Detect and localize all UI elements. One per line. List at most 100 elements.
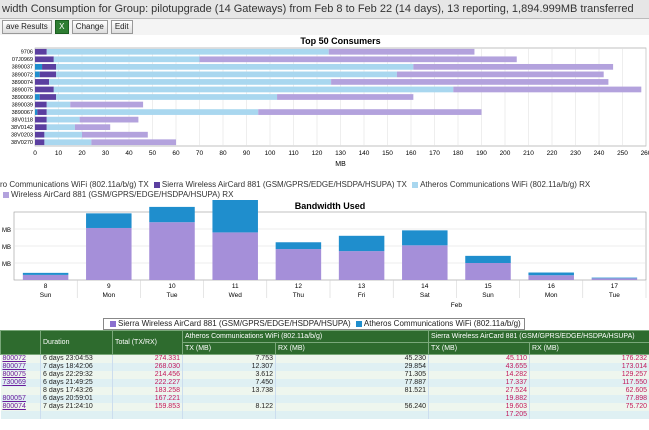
x-tick-label: 190 — [476, 150, 487, 157]
gateway-id-cell[interactable]: 800072 — [0, 354, 41, 363]
sierra-tx-cell: 17.205 — [428, 411, 530, 419]
y-tick-label: 3890072 — [12, 72, 33, 78]
gateway-id-cell[interactable]: 800074 — [0, 403, 41, 411]
change-button[interactable]: Change — [71, 20, 108, 34]
bar-segment — [44, 139, 92, 146]
table-row: 730069 6 days 21:49:25 222.227 7.450 77.887 1… — [0, 379, 649, 387]
column-segment — [22, 272, 69, 275]
column-segment — [86, 213, 132, 228]
column-segment — [465, 255, 511, 263]
y-tick-label: 38V0270 — [11, 140, 33, 146]
y-tick-label: 3890075 — [12, 87, 33, 93]
bar-segment — [277, 94, 414, 100]
table-row: 8 days 17:43:26 183.258 13.738 81.521 27.524… — [0, 387, 649, 395]
bar-segment — [35, 116, 47, 123]
gateway-id-cell[interactable]: 800075 — [0, 371, 41, 379]
col-atheros-rx[interactable]: RX (MB) — [275, 342, 429, 355]
duration-cell: 6 days 23:04:53 — [40, 354, 113, 363]
total-cell: 274.331 — [112, 354, 183, 363]
gateway-id-cell[interactable]: 800057 — [0, 395, 41, 403]
atheros-tx-cell: 3.612 — [182, 371, 276, 379]
total-cell: 167.221 — [112, 395, 183, 403]
report-title: width Consumption for Group: pilotupgrad… — [0, 0, 649, 19]
col-gateway[interactable] — [0, 330, 41, 355]
table-row: 17.205 — [0, 411, 649, 419]
consumers-table: Duration Total (TX/RX) Atheros Communica… — [0, 330, 649, 430]
legend-atheros-rx-swatch — [412, 181, 419, 188]
duration-cell: 8 days 17:43:26 — [40, 387, 113, 395]
x-tick-label: 130 — [335, 150, 346, 157]
sierra-tx-cell: 43.655 — [428, 363, 530, 371]
col-total[interactable]: Total (TX/RX) — [112, 330, 183, 355]
atheros-rx-cell: 71.305 — [275, 371, 429, 379]
x-tick-label: 16 — [548, 283, 556, 290]
x-tick-label: 110 — [288, 150, 299, 157]
duration-cell: 7 days 18:42:06 — [40, 363, 113, 371]
atheros-rx-cell — [275, 411, 429, 419]
legend-sierra-tx: Sierra Wireless AirCard 881 (GSM/GPRS/ED… — [161, 180, 407, 189]
sierra-rx-cell: 62.605 — [529, 387, 649, 395]
atheros-tx-cell: 8.122 — [182, 403, 276, 411]
x-tick-label: 70 — [196, 150, 204, 157]
x-tick-label: 200 — [500, 150, 511, 157]
x-day-label: Mon — [545, 292, 558, 299]
y-tick-label: 38V0118 — [11, 118, 33, 124]
sierra-rx-cell: 77.898 — [529, 395, 649, 403]
edit-button[interactable]: Edit — [110, 20, 133, 34]
atheros-tx-cell: 13.738 — [182, 387, 276, 395]
legend-atheros-tx: ro Communications WiFi (802.11a/b/g) TX — [0, 180, 149, 189]
col-sierra-rx[interactable]: RX (MB) — [528, 342, 649, 355]
gateway-id-cell[interactable]: 730069 — [0, 379, 41, 387]
bar-segment — [35, 101, 47, 108]
x-tick-label: 30 — [102, 150, 110, 157]
y-tick-label: 3890074 — [12, 80, 33, 86]
x-tick-label: 10 — [55, 150, 63, 157]
y-tick-label: 3890067 — [12, 110, 33, 116]
total-cell: 159.853 — [112, 403, 183, 411]
bar-segment — [35, 131, 45, 138]
col-sierra-tx[interactable]: TX (MB) — [428, 342, 530, 355]
x-day-label: Fri — [358, 292, 366, 299]
x-day-label: Sun — [40, 292, 52, 299]
x-tick-label: 12 — [295, 283, 303, 290]
x-tick-label: 17 — [611, 283, 619, 290]
col-duration[interactable]: Duration — [40, 330, 113, 355]
bandwidth-legend: Sierra Wireless AirCard 881 (GSM/GPRS/ED… — [103, 318, 525, 330]
col-atheros-tx[interactable]: TX (MB) — [182, 342, 276, 355]
sierra-rx-cell: 117.550 — [529, 379, 649, 387]
column-segment — [528, 272, 574, 276]
y-axis-label: MB — [2, 262, 11, 268]
bar-segment — [35, 109, 38, 115]
total-cell — [112, 411, 183, 419]
bar-segment — [46, 116, 80, 123]
x-day-label: Sun — [482, 292, 494, 299]
duration-cell: 6 days 22:29:32 — [40, 371, 113, 379]
excel-icon[interactable]: X — [54, 20, 69, 34]
atheros-rx-cell: 81.521 — [275, 387, 429, 395]
bar-segment — [70, 101, 144, 108]
bar-segment — [46, 101, 71, 108]
gateway-id-cell[interactable] — [0, 411, 41, 419]
x-tick-label: 90 — [243, 150, 251, 157]
x-tick-label: 170 — [429, 150, 440, 157]
y-axis-label: MB — [2, 245, 11, 251]
column-segment — [402, 245, 448, 280]
gateway-id-cell[interactable]: 800077 — [0, 363, 41, 371]
bar-segment — [44, 131, 82, 138]
x-tick-label: 230 — [570, 150, 581, 157]
save-results-button[interactable]: ave Results — [2, 20, 52, 34]
legend-atheros-swatch — [355, 320, 362, 327]
y-tick-label: 3890069 — [12, 95, 33, 101]
sierra-tx-cell: 27.524 — [428, 387, 530, 395]
y-tick-label: 38V0203 — [11, 133, 33, 139]
x-tick-label: 20 — [78, 150, 86, 157]
column-segment — [528, 275, 574, 280]
column-segment — [22, 274, 69, 280]
sierra-tx-cell: 45.110 — [428, 354, 530, 363]
gateway-id-cell[interactable] — [0, 387, 41, 395]
duration-cell — [40, 411, 113, 419]
x-tick-label: 40 — [125, 150, 133, 157]
column-segment — [86, 227, 132, 280]
sierra-tx-cell: 19.603 — [428, 403, 530, 411]
column-segment — [338, 251, 385, 280]
